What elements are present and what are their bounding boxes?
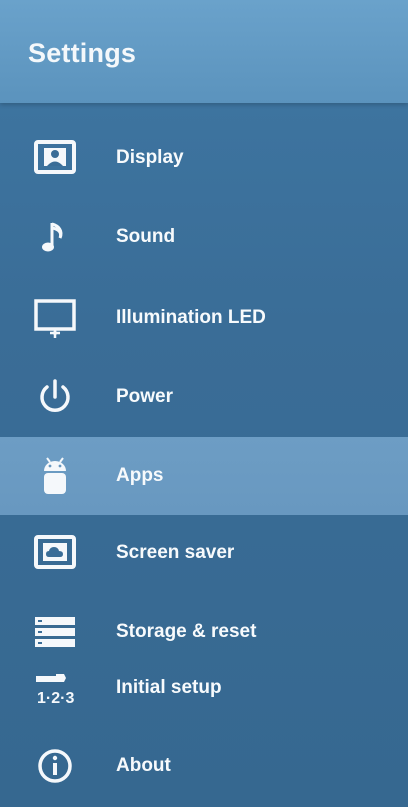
menu-item-label: Storage & reset — [116, 621, 257, 642]
menu-item-label: Initial setup — [116, 677, 222, 698]
android-icon — [30, 453, 80, 499]
menu-item-illumination-led[interactable]: Illumination LED — [0, 279, 408, 357]
menu-item-screen-saver[interactable]: Screen saver — [0, 514, 408, 592]
menu-item-sound[interactable]: Sound — [0, 198, 408, 276]
screen-saver-icon — [30, 530, 80, 576]
info-icon — [30, 743, 80, 789]
menu-item-label: Sound — [116, 226, 176, 247]
menu-item-label: Illumination LED — [116, 307, 266, 328]
menu-item-initial-setup[interactable]: 1·2·3 Initial setup — [0, 649, 408, 727]
settings-screen: Settings Display Sound Illumination LED … — [0, 0, 408, 807]
menu-item-label: Display — [116, 147, 184, 168]
music-note-icon — [30, 214, 80, 260]
menu-item-power[interactable]: Power — [0, 358, 408, 436]
power-icon — [30, 374, 80, 420]
illumination-led-icon — [30, 295, 80, 341]
page-title: Settings — [28, 38, 137, 68]
menu-item-label: Screen saver — [116, 542, 235, 563]
menu-item-label: About — [116, 755, 171, 776]
menu-item-apps[interactable]: Apps — [0, 437, 408, 515]
settings-header: Settings — [0, 0, 408, 103]
menu-item-label: Power — [116, 386, 174, 407]
svg-text:1·2·3: 1·2·3 — [37, 690, 74, 707]
menu-item-label: Apps — [116, 465, 164, 486]
display-icon — [30, 135, 80, 181]
menu-item-display[interactable]: Display — [0, 119, 408, 197]
menu-item-about[interactable]: About — [0, 727, 408, 805]
initial-setup-icon: 1·2·3 — [30, 665, 80, 711]
